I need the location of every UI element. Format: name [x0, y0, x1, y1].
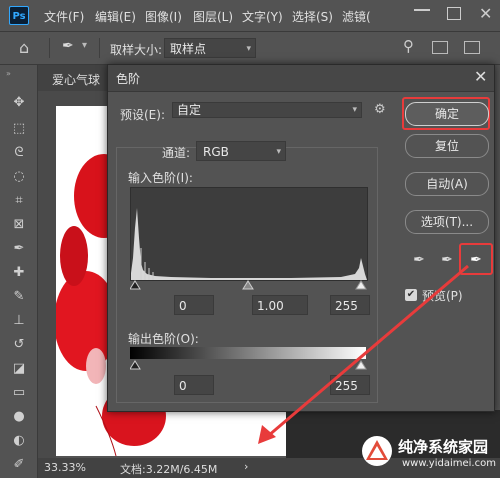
- watermark-url: www.yidaimei.com: [402, 458, 496, 469]
- annotation-arrow: [258, 264, 469, 444]
- watermark: 纯净系统家园 www.yidaimei.com: [360, 430, 500, 478]
- watermark-logo: [362, 436, 392, 466]
- watermark-title: 纯净系统家园: [398, 438, 489, 456]
